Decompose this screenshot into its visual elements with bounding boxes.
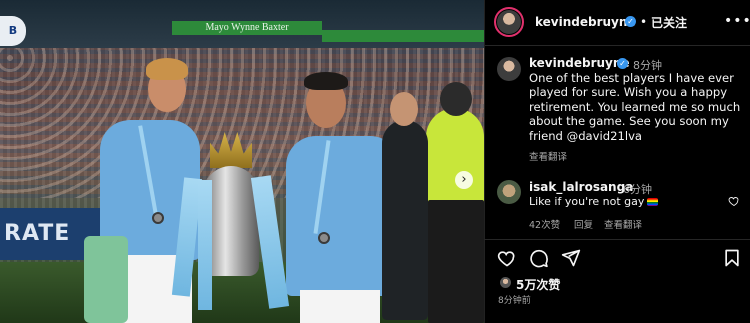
- instagram-post: B Mayo Wynne Baxter RATE › kevindebruyne…: [0, 0, 750, 323]
- comment-reply-button[interactable]: 回复: [574, 217, 593, 231]
- author-username[interactable]: kevindebruyne: [535, 15, 636, 29]
- author-avatar[interactable]: [494, 7, 524, 37]
- caption-text: One of the best players I have ever play…: [529, 71, 741, 143]
- comment-body: Like if you're not gay: [529, 195, 645, 208]
- post-side-panel: [484, 0, 750, 323]
- post-time: 8分钟前: [498, 296, 531, 306]
- comment-icon[interactable]: [529, 248, 549, 268]
- commenter-username[interactable]: isak_lalrosanga: [529, 180, 633, 194]
- caption-verified-icon: ✓: [617, 58, 628, 69]
- bookmark-icon[interactable]: [722, 248, 742, 268]
- header-separator: •: [640, 15, 648, 29]
- commenter-avatar[interactable]: [497, 180, 521, 204]
- comment-like-heart-icon[interactable]: [728, 195, 740, 207]
- actions-divider: [484, 239, 750, 240]
- caption-translate-link[interactable]: 查看翻译: [529, 149, 567, 163]
- heart-icon[interactable]: [497, 248, 517, 268]
- stadium-banner: Mayo Wynne Baxter: [172, 21, 322, 35]
- caption-avatar[interactable]: [497, 57, 521, 81]
- rainbow-flag-icon: [647, 198, 659, 206]
- trophy-ribbon-mid: [198, 180, 212, 310]
- verified-icon: ✓: [625, 16, 636, 27]
- caption-username[interactable]: kevindebruyne: [529, 56, 630, 70]
- likes-avatar: [500, 277, 511, 288]
- stadium-banner-green: [322, 30, 484, 42]
- post-photo[interactable]: B Mayo Wynne Baxter RATE ›: [0, 0, 484, 323]
- more-options-icon[interactable]: •••: [724, 13, 750, 29]
- likes-count[interactable]: 5万次赞: [516, 276, 560, 293]
- comment-text: Like if you're not gay: [529, 195, 659, 208]
- carousel-next-button[interactable]: ›: [455, 171, 473, 189]
- comment-translate-link[interactable]: 查看翻译: [604, 217, 642, 231]
- club-crest: B: [0, 16, 26, 46]
- share-icon[interactable]: [561, 248, 581, 268]
- follow-status-button[interactable]: 已关注: [651, 14, 687, 31]
- comment-likes-count[interactable]: 42次赞: [529, 217, 560, 231]
